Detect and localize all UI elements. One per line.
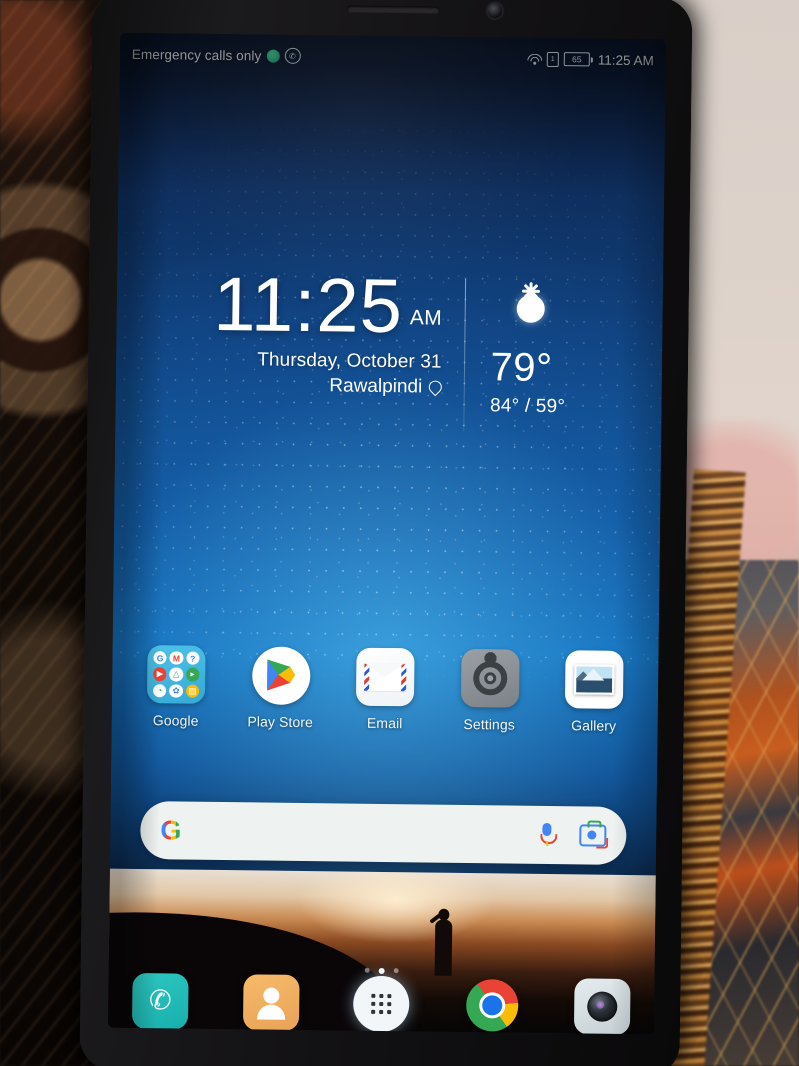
gallery-icon: [564, 650, 624, 709]
folder-mini-icon: G: [153, 651, 167, 665]
phone-glyph: ✆: [148, 985, 172, 1016]
weather-current-temp: 79°: [490, 345, 553, 391]
notification-dot-icon: [266, 49, 280, 63]
folder-mini-icon: ✿: [169, 684, 183, 698]
play-triangle-glyph: [266, 659, 295, 691]
app-label: Settings: [463, 715, 515, 733]
page-dot[interactable]: [364, 967, 370, 973]
wifi-icon: [527, 53, 543, 65]
location-label: Rawalpindi: [329, 375, 423, 398]
whatsapp-icon: ✆: [284, 47, 301, 64]
app-gallery[interactable]: Gallery: [548, 650, 641, 734]
folder-mini-icon: ▸: [185, 667, 200, 682]
google-folder-icon: G M ? ▶ △ ▸ ◔ ✿ ▤: [146, 645, 206, 704]
dock: ✆: [108, 972, 655, 1035]
dock-phone-icon[interactable]: ✆: [131, 972, 189, 1030]
earpiece-speaker: [347, 5, 440, 14]
clock-date: Thursday, October 31: [257, 349, 442, 373]
location-pin-icon: [425, 378, 444, 397]
time-row: 11:25 AM: [164, 261, 443, 350]
microphone-icon[interactable]: [540, 822, 558, 847]
photo-scene: Emergency calls only ✆ 1 65 11:25 AM 11:…: [0, 0, 799, 1066]
folder-mini-icon: △: [169, 667, 184, 682]
status-bar-clock: 11:25 AM: [597, 52, 654, 68]
search-input[interactable]: [181, 802, 541, 864]
app-label: Gallery: [571, 717, 617, 734]
google-search-bar[interactable]: G: [140, 801, 627, 865]
battery-icon: 65: [563, 52, 593, 67]
status-bar-left: Emergency calls only ✆: [132, 46, 301, 64]
google-lens-camera-icon[interactable]: [579, 824, 609, 849]
dock-camera-icon[interactable]: [573, 977, 631, 1035]
email-icon: [355, 647, 415, 707]
weather-widget[interactable]: 79° 84° / 59°: [464, 273, 616, 419]
page-dot-active[interactable]: [378, 967, 385, 975]
app-google-folder[interactable]: G M ? ▶ △ ▸ ◔ ✿ ▤ Google: [130, 645, 223, 729]
weather-high-low: 84° / 59°: [489, 395, 566, 418]
app-label: Play Store: [247, 713, 314, 731]
app-play-store[interactable]: Play Store: [234, 646, 327, 730]
clock-location: Rawalpindi: [163, 373, 444, 398]
app-label: Google: [152, 712, 199, 729]
sunset-glow: [294, 868, 496, 946]
status-bar-right: 1 65 11:25 AM: [527, 51, 654, 68]
play-store-icon: [251, 646, 311, 706]
app-label: Email: [366, 714, 403, 732]
folder-mini-icon: ▤: [185, 684, 200, 698]
app-email[interactable]: Email: [339, 647, 432, 731]
folder-mini-icon: M: [169, 651, 184, 665]
sim-card-icon: 1: [546, 51, 559, 67]
clock-weather-widget[interactable]: 11:25 AM Thursday, October 31 Rawalpindi: [115, 261, 663, 434]
app-settings[interactable]: Settings: [443, 648, 536, 733]
sun-icon: [499, 277, 562, 340]
dock-chrome-icon[interactable]: [463, 976, 520, 1033]
dock-app-drawer-icon[interactable]: [352, 975, 410, 1032]
folder-mini-icon: ◔: [152, 683, 167, 698]
battery-level: 65: [571, 53, 582, 65]
dock-contacts-icon[interactable]: [242, 973, 300, 1031]
clock-time: 11:25: [212, 261, 404, 350]
google-g-logo: G: [160, 814, 182, 846]
phone-body: Emergency calls only ✆ 1 65 11:25 AM 11:…: [79, 0, 693, 1066]
phone-screen: Emergency calls only ✆ 1 65 11:25 AM 11:…: [107, 32, 667, 1035]
page-dot[interactable]: [393, 968, 399, 974]
carrier-text: Emergency calls only: [131, 46, 262, 63]
clock-ampm: AM: [409, 306, 443, 330]
folder-mini-icon: ?: [186, 651, 200, 666]
clock-widget[interactable]: 11:25 AM Thursday, October 31 Rawalpindi: [163, 261, 465, 399]
folder-mini-icon: ▶: [153, 667, 167, 681]
app-row: G M ? ▶ △ ▸ ◔ ✿ ▤ Google Play Store Emai…: [112, 645, 659, 735]
front-camera: [487, 3, 503, 19]
settings-gear-icon: [460, 648, 520, 708]
